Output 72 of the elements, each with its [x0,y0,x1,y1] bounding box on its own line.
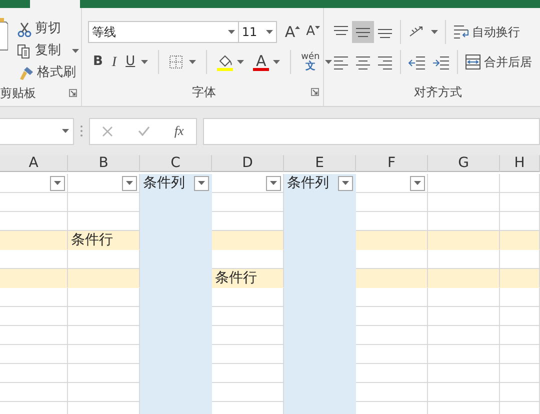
grid-border-icon [169,55,184,69]
underline-button[interactable]: U [122,51,152,73]
merge-center-button[interactable]: 合并后居 [462,51,535,73]
dialog-launcher-icon[interactable] [69,89,77,97]
group-label: 字体 [192,84,216,101]
font-size-dropdown[interactable]: 11 [238,21,277,43]
indent-icon [432,54,450,70]
caret-icon [414,181,421,185]
check-icon[interactable] [138,126,150,136]
dialog-launcher-icon[interactable] [311,88,319,96]
formula-input-field[interactable] [203,118,540,144]
vertical-align-icon [355,26,371,38]
filter-dropdown-button[interactable] [266,176,281,190]
group-label: 剪贴板 [0,85,36,102]
caret-icon [72,49,79,53]
caret-icon [228,30,235,34]
caret-icon [237,60,244,64]
shrink-font-button[interactable]: A [303,21,323,43]
caret-icon [431,30,438,34]
caret-icon [198,181,205,185]
column-header[interactable]: C [140,155,212,172]
bold-button[interactable]: B [90,51,106,73]
vertical-align-middle-button[interactable] [352,21,374,43]
filter-dropdown-button[interactable] [410,176,425,190]
down-caret-icon [315,26,320,29]
wrap-text-icon [453,24,469,40]
group-label: 对齐方式 [414,84,462,101]
italic-button[interactable]: I [108,51,120,73]
column-header[interactable]: E [284,155,356,172]
column-header[interactable]: A [0,155,68,172]
cell-text: 条件行 [215,269,257,287]
caret-icon [126,181,133,185]
vertical-align-icon [377,28,393,39]
caret-icon [266,30,273,34]
font-name-dropdown[interactable]: 等线 [88,21,239,43]
clipboard-copy-button[interactable]: 复制 [14,40,82,62]
caret-icon [270,181,277,185]
outdent-icon [408,54,426,70]
header-cell-text: 条件列 [287,174,329,192]
paint-bucket-icon [217,54,234,70]
up-caret-icon [295,26,300,29]
caret-icon [54,181,61,185]
grow-font-button[interactable]: A [282,21,304,43]
header-cell-text: 条件列 [143,174,185,192]
vertical-align-icon [333,25,349,36]
caret-icon [342,181,349,185]
caret-icon [189,60,196,64]
clipboard-painter-button[interactable]: 格式刷 [16,62,79,84]
column-header[interactable]: F [356,155,428,172]
merge-cells-icon [465,54,481,70]
cell-text: 条件行 [71,231,113,249]
filter-dropdown-button[interactable] [194,176,209,190]
more-options-icon [80,125,83,137]
filter-dropdown-button[interactable] [122,176,137,190]
scissors-icon [17,22,32,36]
caret-icon [273,60,280,64]
caret-icon [141,60,148,64]
column-header[interactable]: H [500,155,540,172]
caret-icon [324,60,332,64]
copy-icon [17,44,32,58]
insert-function-button[interactable]: fx [174,121,184,141]
filter-dropdown-button[interactable] [50,176,65,190]
column-header[interactable]: D [212,155,284,172]
paintbrush-icon [19,66,34,80]
filter-dropdown-button[interactable] [338,176,353,190]
clipboard-cut-button[interactable]: 剪切 [14,18,64,40]
font-color-button[interactable]: A [250,51,284,73]
column-header[interactable]: B [68,155,140,172]
wrap-text-button[interactable]: 自动换行 [450,21,523,43]
column-header[interactable]: G [428,155,500,172]
phonetic-guide-button[interactable]: wén 文 [298,51,335,73]
caret-icon [62,129,69,133]
